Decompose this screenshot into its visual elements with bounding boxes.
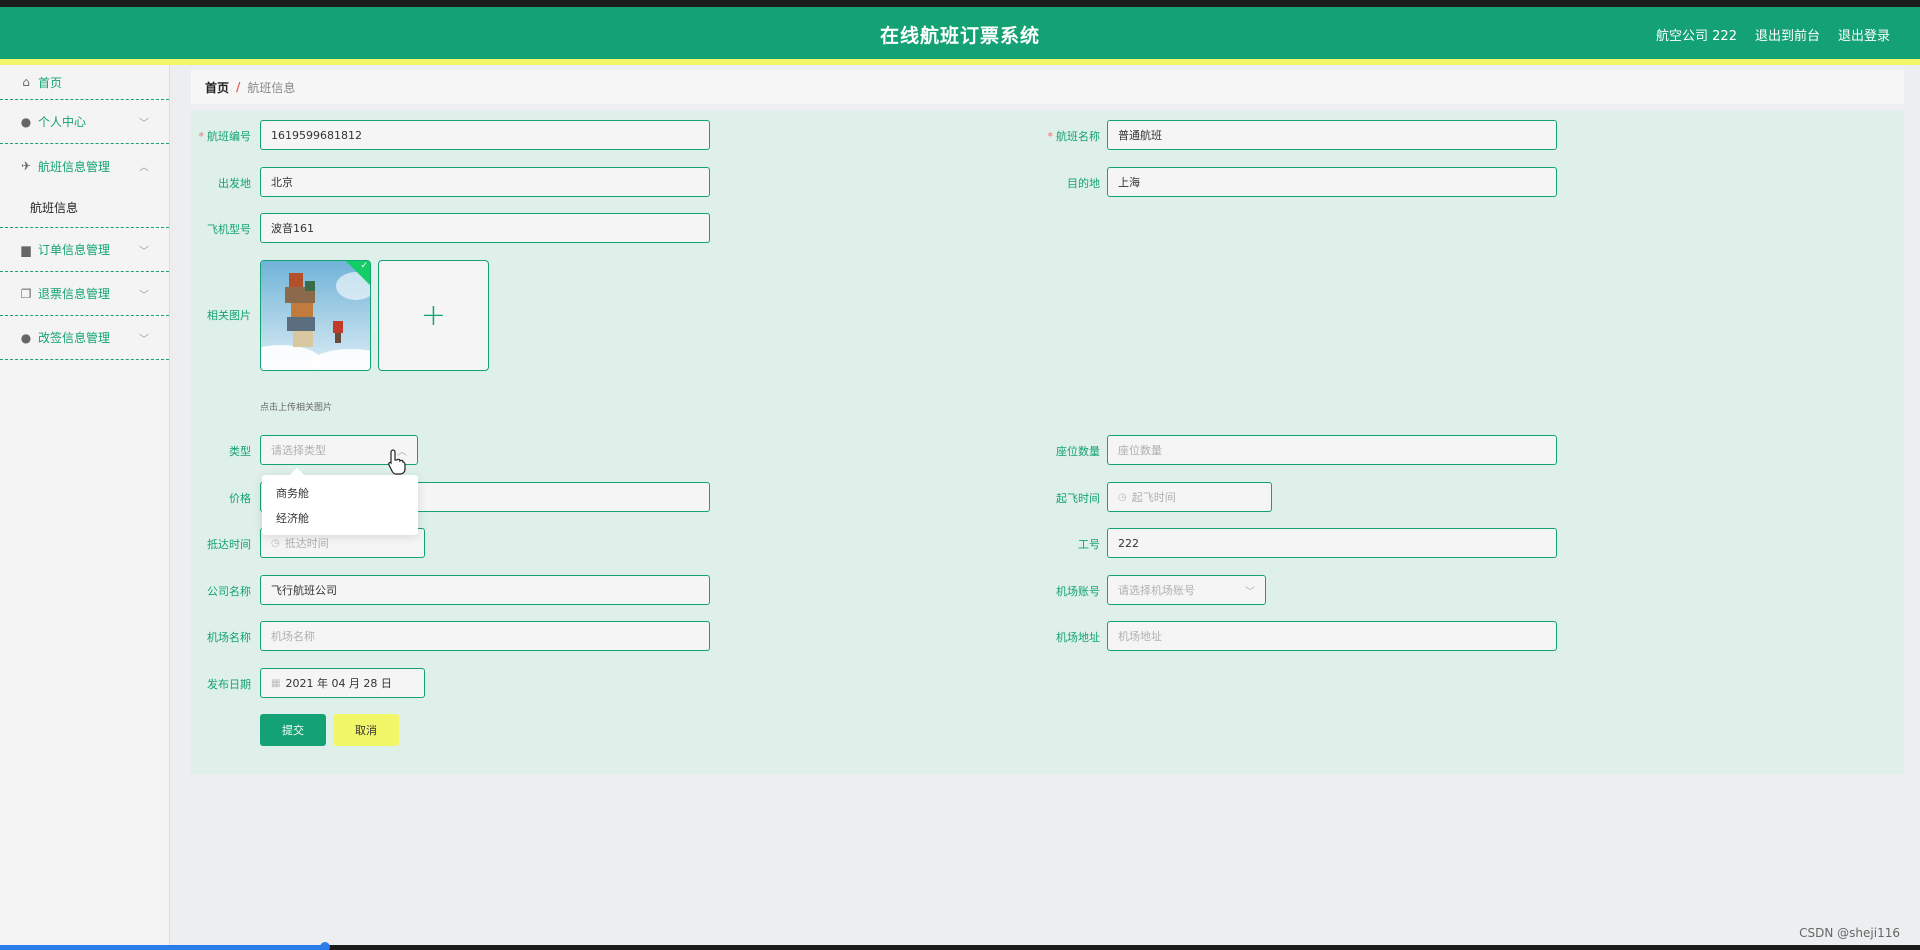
price-label: 价格 xyxy=(229,492,251,505)
airport-name-input[interactable]: 机场名称 xyxy=(260,621,710,651)
browser-top-strip xyxy=(0,0,1920,7)
type-option-business[interactable]: 商务舱 xyxy=(262,481,418,506)
current-user: 航空公司 222 xyxy=(1656,29,1737,44)
breadcrumb-home[interactable]: 首页 xyxy=(205,79,229,96)
type-label: 类型 xyxy=(229,445,251,458)
publish-date-label: 发布日期 xyxy=(207,678,251,691)
chevron-up-icon: ︿ xyxy=(139,162,149,174)
exit-to-front-link[interactable]: 退出到前台 xyxy=(1755,25,1820,44)
depart-time-placeholder: 起飞时间 xyxy=(1131,491,1176,504)
header-actions: 航空公司 222 退出到前台 退出登录 xyxy=(1656,25,1890,44)
chevron-down-icon: ﹀ xyxy=(139,246,149,257)
type-select-placeholder: 请选择类型 xyxy=(271,444,326,457)
sidebar-item-label: 个人中心 xyxy=(38,115,87,129)
sidebar-item-label: 航班信息管理 xyxy=(38,159,111,174)
user-icon: ● xyxy=(20,114,32,129)
arrive-time-label: 抵达时间 xyxy=(207,538,251,551)
hand-cursor-icon xyxy=(388,449,406,475)
logout-link[interactable]: 退出登录 xyxy=(1838,25,1890,44)
uploaded-photo xyxy=(261,261,370,370)
calendar-icon: ▦ xyxy=(271,677,281,689)
chevron-down-icon: ﹀ xyxy=(139,334,149,345)
app-header: 在线航班订票系统 航空公司 222 退出到前台 退出登录 xyxy=(0,7,1920,59)
submit-button[interactable]: 提交 xyxy=(260,714,326,746)
airport-name-label: 机场名称 xyxy=(207,631,251,644)
arrive-time-placeholder: 抵达时间 xyxy=(284,537,329,550)
upload-hint: 点击上传相关图片 xyxy=(260,403,333,413)
chevron-down-icon: ﹀ xyxy=(1245,586,1255,598)
chevron-down-icon: ﹀ xyxy=(139,118,149,129)
aircraft-label: 飞机型号 xyxy=(207,223,251,236)
header-accent-bar xyxy=(0,59,1920,65)
sidebar-item-label: 改签信息管理 xyxy=(38,331,111,345)
airport-account-label: 机场账号 xyxy=(1056,585,1100,598)
destination-input[interactable]: 上海 xyxy=(1107,167,1557,197)
sidebar-item-label: 退票信息管理 xyxy=(38,287,111,301)
airport-address-input[interactable]: 机场地址 xyxy=(1107,621,1557,651)
progress-fill xyxy=(0,945,326,950)
staff-no-label: 工号 xyxy=(1078,538,1100,551)
user-icon: ● xyxy=(20,330,32,345)
depart-time-label: 起飞时间 xyxy=(1056,492,1100,505)
image-label: 相关图片 xyxy=(207,309,251,322)
breadcrumb-separator: / xyxy=(236,80,241,94)
flight-no-label: * 航班编号 xyxy=(198,130,252,143)
home-icon: ⌂ xyxy=(22,75,30,89)
plus-icon: + xyxy=(420,298,447,333)
sidebar-item-label: 首页 xyxy=(38,75,63,90)
flight-no-input[interactable]: 1619599681812 xyxy=(260,120,710,150)
aircraft-input[interactable]: 波音161 xyxy=(260,213,710,243)
seats-input[interactable]: 座位数量 xyxy=(1107,435,1557,465)
video-progress-bar[interactable] xyxy=(0,942,1920,950)
sidebar-item-label: 订单信息管理 xyxy=(38,243,111,257)
app-title: 在线航班订票系统 xyxy=(879,25,1040,47)
origin-input[interactable]: 北京 xyxy=(260,167,710,197)
watermark: CSDN @sheji116 xyxy=(1799,926,1900,940)
uploaded-image-thumbnail[interactable]: ✓ xyxy=(260,260,371,371)
airport-address-label: 机场地址 xyxy=(1056,631,1100,644)
flight-name-input[interactable]: 普通航班 xyxy=(1107,120,1557,150)
clock-icon: ◷ xyxy=(1118,491,1127,503)
airport-account-select[interactable]: 请选择机场账号 ﹀ xyxy=(1107,575,1266,605)
progress-knob[interactable] xyxy=(320,942,330,950)
origin-label: 出发地 xyxy=(218,177,251,190)
sidebar-item-home[interactable]: ⌂ 首页 xyxy=(0,65,169,100)
breadcrumb: 首页 / 航班信息 xyxy=(191,70,1904,104)
type-option-economy[interactable]: 经济舱 xyxy=(262,506,418,531)
airport-account-placeholder: 请选择机场账号 xyxy=(1118,584,1195,597)
breadcrumb-current: 航班信息 xyxy=(247,80,296,95)
copy-icon: ❐ xyxy=(20,286,32,301)
publish-date-value: 2021 年 04 月 28 日 xyxy=(285,677,392,690)
chevron-down-icon: ﹀ xyxy=(139,290,149,301)
add-image-button[interactable]: + xyxy=(378,260,489,371)
publish-date-picker[interactable]: ▦ 2021 年 04 月 28 日 xyxy=(260,668,425,698)
staff-no-input[interactable]: 222 xyxy=(1107,528,1557,558)
depart-time-picker[interactable]: ◷ 起飞时间 xyxy=(1107,482,1272,512)
plane-icon: ✈ xyxy=(20,159,32,173)
check-icon: ✓ xyxy=(360,261,368,271)
clock-icon: ◷ xyxy=(271,537,280,549)
company-input[interactable]: 飞行航班公司 xyxy=(260,575,710,605)
flight-name-label: * 航班名称 xyxy=(1047,130,1101,143)
destination-label: 目的地 xyxy=(1067,177,1100,190)
briefcase-icon: ▆ xyxy=(21,242,31,257)
cancel-button[interactable]: 取消 xyxy=(333,714,399,746)
seats-label: 座位数量 xyxy=(1056,445,1100,458)
company-label: 公司名称 xyxy=(207,585,251,598)
type-dropdown-menu: 商务舱 经济舱 xyxy=(262,467,418,535)
